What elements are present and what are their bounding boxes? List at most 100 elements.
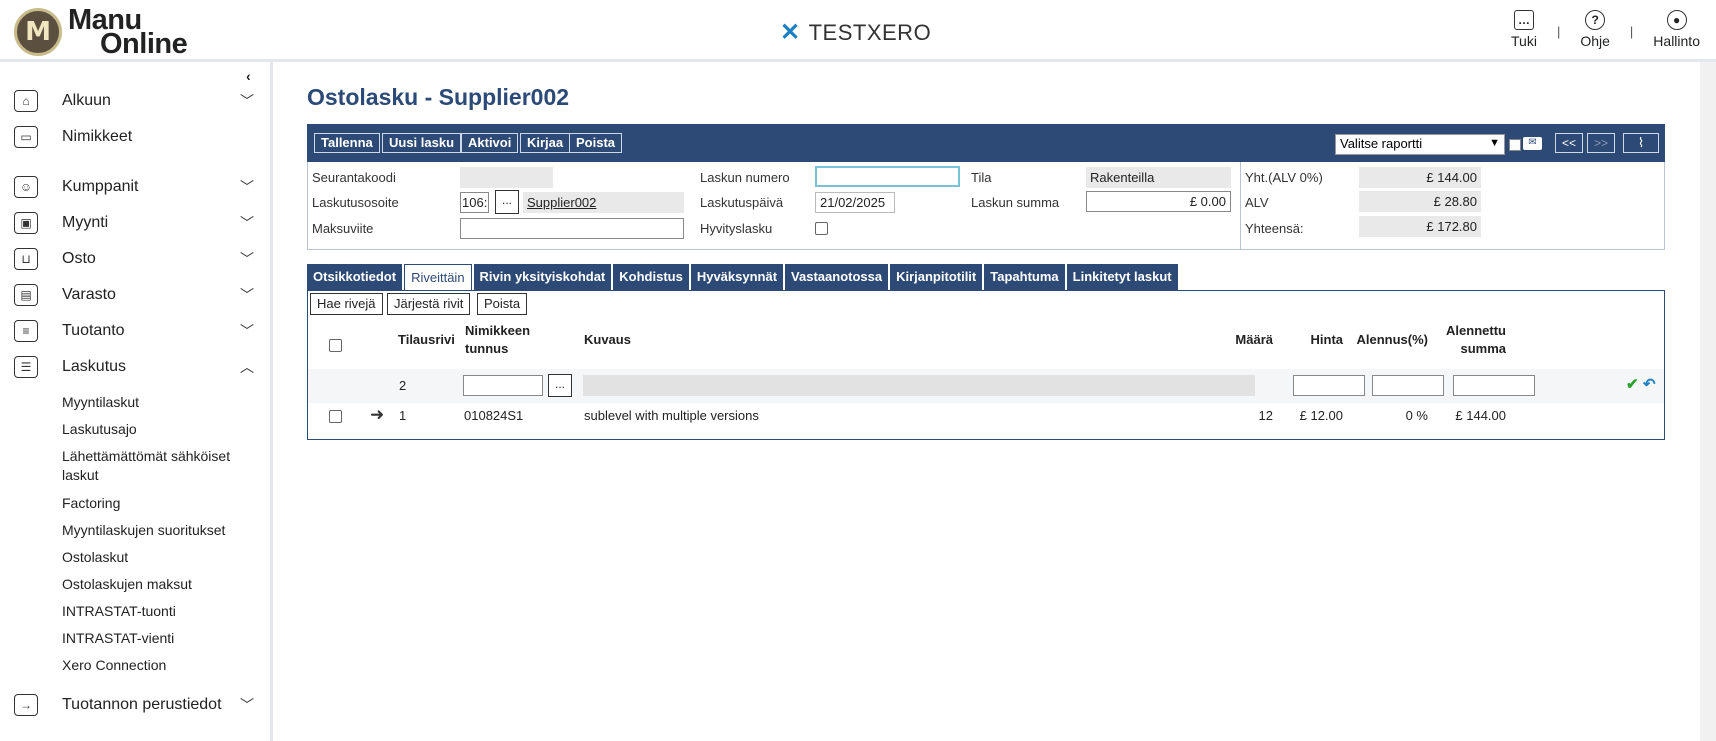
sidebar-item-osto[interactable]: ⊔ Osto ﹀ [0,244,270,274]
tab-rivin-yksityiskohdat[interactable]: Rivin yksityiskohdat [473,264,612,290]
tab-otsikkotiedot[interactable]: Otsikkotiedot [307,264,403,290]
table-row[interactable]: ➜ 1 010824S1 sublevel with multiple vers… [308,405,1664,427]
sidebar-subitem-intrastat-tuonti[interactable]: INTRASTAT-tuonti [62,602,267,621]
laskutuspaiva-label: Laskutuspäivä [700,195,784,210]
chevron-down-icon: ﹀ [240,93,254,109]
help-label: Ohje [1580,33,1610,49]
maksuviite-label: Maksuviite [312,221,374,236]
new-line-price-input[interactable] [1372,375,1444,396]
column-header-tilausrivi: Tilausrivi [398,332,455,347]
new-line-quantity-input[interactable] [1293,375,1365,396]
email-checkbox[interactable] [1509,139,1521,151]
laskutuspaiva-field[interactable]: 21/02/2025 [815,192,895,213]
new-line-discount-input[interactable] [1453,375,1535,396]
fetch-rows-button[interactable]: Hae rivejä [310,293,383,315]
tab-hyvaksynnat[interactable]: Hyväksynnät [690,264,784,290]
sidebar-item-alkuun[interactable]: ⌂ Alkuun ﹀ [0,86,270,116]
maksuviite-field[interactable] [460,218,684,239]
tab-kohdistus[interactable]: Kohdistus [613,264,689,290]
laskutusosoite-lookup-button[interactable]: ... [495,190,519,214]
tab-linkitetyt-laskut[interactable]: Linkitetyt laskut [1066,264,1178,290]
sidebar-subitem-intrastat-vienti[interactable]: INTRASTAT-vienti [62,629,267,648]
sidebar-item-label: Nimikkeet [62,128,133,145]
undo-icon[interactable]: ↶ [1643,375,1656,393]
sidebar-item-tuotannon-perustiedot[interactable]: → Tuotannon perustiedot ﹀ [0,690,270,720]
sidebar-item-kumppanit[interactable]: ☺ Kumppanit ﹀ [0,172,270,202]
sidebar-subitem-myyntilaskujen-suoritukset[interactable]: Myyntilaskujen suoritukset [62,521,267,540]
invoice-lines-grid: Hae rivejä Järjestä rivit Poista Tilausr… [307,290,1665,440]
sidebar-item-nimikkeet[interactable]: ▭ Nimikkeet [0,122,270,152]
column-header-alennus: Alennus(%) [1356,332,1429,347]
activate-button[interactable]: Aktivoi [461,133,519,153]
sidebar-item-label: Alkuun [62,92,111,109]
hyvityslasku-checkbox[interactable] [815,222,828,235]
new-line-item-code-input[interactable] [463,375,543,396]
sidebar-item-label: Tuotanto [62,322,125,339]
sidebar-subitem-xero-connection[interactable]: Xero Connection [62,656,267,675]
tab-kirjanpitotilit[interactable]: Kirjanpitotilit [890,264,983,290]
row-checkbox[interactable] [329,410,342,423]
basket-icon: ⊔ [14,248,38,270]
sidebar-item-label: Laskutus [62,358,127,375]
post-button[interactable]: Kirjaa [520,133,571,153]
sidebar-subitem-laskutusajo[interactable]: Laskutusajo [62,420,267,439]
tab-riveittain[interactable]: Riveittäin [404,264,472,290]
alv-label: ALV [1245,195,1269,210]
sidebar-item-varasto[interactable]: ▤ Varasto ﹀ [0,280,270,310]
seurantakoodi-label: Seurantakoodi [312,170,396,185]
company-name: ✕ TESTXERO [780,18,931,47]
row-nimikkeen-tunnus: 010824S1 [464,408,524,423]
laskun-numero-field[interactable] [815,166,960,187]
prev-invoice-button[interactable]: << [1555,133,1583,153]
sidebar-item-laskutus[interactable]: ☰ Laskutus ︿ [0,352,270,382]
next-invoice-button[interactable]: >> [1587,133,1615,153]
seurantakoodi-field [460,167,553,188]
chevron-down-icon: ▼ [1489,137,1500,149]
sidebar-item-tuotanto[interactable]: ≡ Tuotanto ﹀ [0,316,270,346]
select-all-checkbox[interactable] [329,339,342,352]
delete-button[interactable]: Poista [569,133,623,153]
wallet-icon: ▣ [14,212,38,234]
supplier-link[interactable]: Supplier002 [523,192,684,213]
delete-rows-button[interactable]: Poista [477,293,528,315]
inbox-icon: ▭ [14,126,38,148]
chevron-down-icon: ﹀ [240,179,254,195]
paperclip-icon[interactable]: ⌇ [1623,133,1659,153]
header-separator: | [1629,24,1634,39]
save-button[interactable]: Tallenna [314,133,380,153]
sidebar-subitem-ostolaskujen-maksut[interactable]: Ostolaskujen maksut [62,575,267,594]
sidebar-collapse-icon[interactable]: ‹ [246,68,251,84]
tab-vastaanotossa[interactable]: Vastaanotossa [785,264,889,290]
app-header: M Manu Online ✕ TESTXERO … Tuki | ? Ohje… [0,0,1716,62]
admin-link[interactable]: ● Hallinto [1653,10,1700,49]
sidebar-item-myynti[interactable]: ▣ Myynti ﹀ [0,208,270,238]
manu-online-logo[interactable]: M Manu Online [14,6,188,60]
sort-rows-button[interactable]: Järjestä rivit [387,293,471,315]
toolbar: Tallenna Uusi lasku Aktivoi Kirjaa Poist… [307,124,1665,162]
alv-value: £ 28.80 [1359,191,1481,212]
sidebar-subitem-factoring[interactable]: Factoring [62,494,267,513]
support-link[interactable]: … Tuki [1511,10,1537,49]
new-line-item-lookup-button[interactable]: ... [548,374,572,397]
logo-line2: Online [100,28,188,60]
page-title: Ostolasku - Supplier002 [307,84,570,110]
checkmark-icon[interactable]: ✔ [1626,375,1639,393]
sidebar-subitem-myyntilaskut[interactable]: Myyntilaskut [62,393,267,412]
report-select[interactable]: Valitse raportti ▼ [1335,134,1505,155]
header-separator: | [1556,24,1561,39]
laskutusosoite-code-field[interactable]: 106: [460,192,489,213]
sidebar-subitem-ostolaskut[interactable]: Ostolaskut [62,548,267,567]
column-header-kuvaus: Kuvaus [584,332,631,347]
new-invoice-button[interactable]: Uusi lasku [382,133,462,153]
page-scrollbar[interactable] [1700,62,1716,741]
email-icon[interactable]: ✉ [1523,137,1542,150]
tab-tapahtuma[interactable]: Tapahtuma [984,264,1065,290]
sidebar: ‹ ⌂ Alkuun ﹀ ▭ Nimikkeet ☺ Kumppanit ﹀ ▣… [0,62,273,741]
yht-alv0-value: £ 144.00 [1359,167,1481,188]
sidebar-item-label: Varasto [62,286,116,303]
chevron-down-icon: ﹀ [240,215,254,231]
laskun-summa-field[interactable]: £ 0.00 [1086,191,1231,212]
help-link[interactable]: ? Ohje [1580,10,1610,49]
row-maara: 12 [1258,408,1273,423]
sidebar-subitem-lahettamattomat[interactable]: Lähettämättömät sähköiset laskut [62,447,267,485]
